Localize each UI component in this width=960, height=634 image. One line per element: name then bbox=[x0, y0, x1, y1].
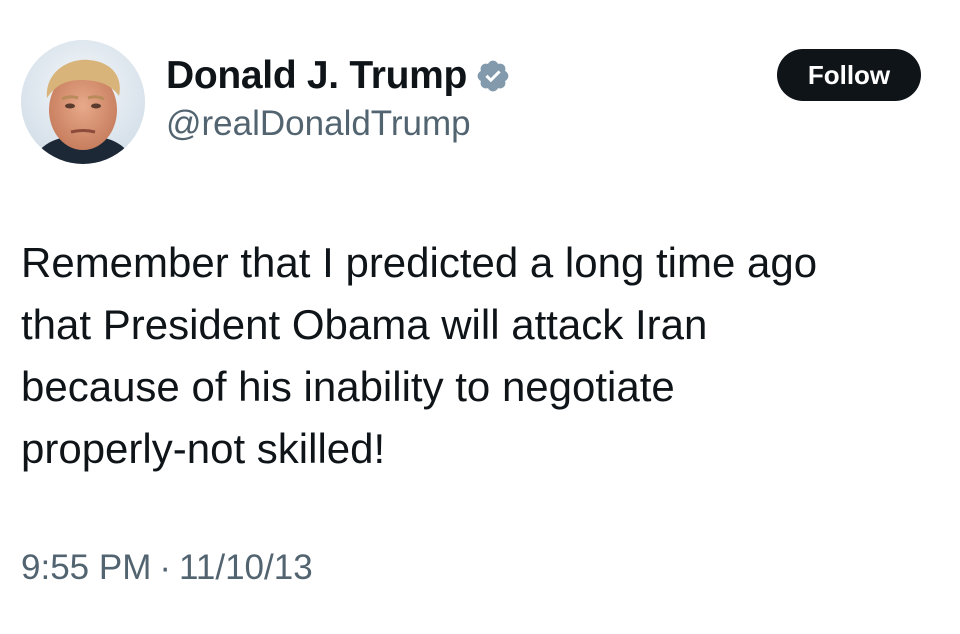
tweet-text-line: properly-not skilled! bbox=[21, 425, 386, 472]
tweet-date[interactable]: 11/10/13 bbox=[179, 548, 313, 587]
tweet-meta: 9:55 PM · 11/10/13 bbox=[21, 548, 313, 588]
avatar-photo bbox=[21, 40, 145, 164]
author-handle[interactable]: @realDonaldTrump bbox=[166, 104, 471, 144]
tweet-text: Remember that I predicted a long time ag… bbox=[21, 232, 941, 480]
author-display-name[interactable]: Donald J. Trump bbox=[166, 54, 467, 98]
tweet-time[interactable]: 9:55 PM bbox=[21, 548, 151, 587]
meta-separator: · bbox=[159, 548, 172, 587]
avatar[interactable] bbox=[21, 40, 145, 164]
follow-button[interactable]: Follow bbox=[777, 49, 921, 101]
tweet-text-line: Remember that I predicted a long time ag… bbox=[21, 239, 818, 286]
verified-badge-icon[interactable] bbox=[475, 58, 511, 94]
tweet-text-line: that President Obama will attack Iran bbox=[21, 301, 708, 348]
author-name-row: Donald J. Trump bbox=[166, 54, 511, 98]
tweet-card: Donald J. Trump @realDonaldTrump Follow … bbox=[0, 0, 960, 634]
tweet-text-line: because of his inability to negotiate bbox=[21, 363, 675, 410]
